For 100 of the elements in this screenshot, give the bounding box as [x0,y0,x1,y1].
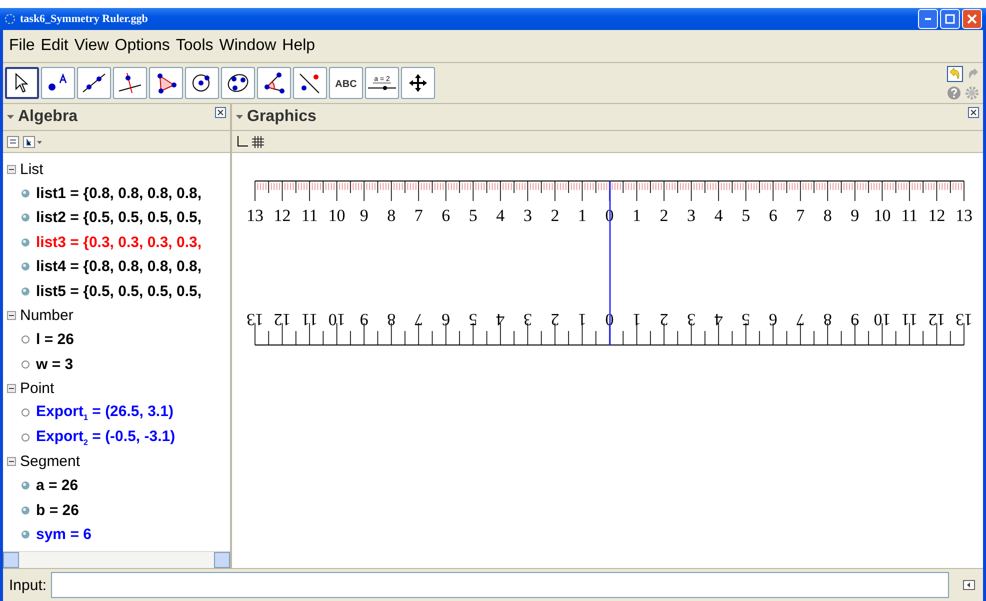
ruler-number: 6 [442,206,450,225]
ruler-number: 5 [468,310,478,329]
ruler-number: 1 [632,206,642,225]
tool-button[interactable] [293,67,327,99]
hidden-dot-icon [21,408,30,418]
ruler-number: 3 [523,206,532,225]
ruler-number: 10 [328,206,346,225]
tool-button[interactable] [77,67,111,99]
algebra-entry[interactable]: sym = 6 [36,526,92,544]
ruler-number: 1 [578,206,586,225]
collapse-arrow-icon[interactable] [236,115,243,119]
app-logo-icon [4,13,16,25]
tool-button[interactable] [185,67,219,99]
menu-item[interactable]: View [72,37,113,55]
ruler-number: 6 [442,310,450,329]
input-label: Input: [9,576,47,594]
tool-button[interactable] [113,67,147,99]
ruler-number: 13 [246,310,264,329]
algebra-entry[interactable]: Export$_{2}$ = (-0.5, -3.1) [36,428,176,447]
minimize-button[interactable] [918,9,938,29]
ruler-number: 3 [523,310,532,329]
ruler-number: 7 [414,206,423,225]
category-label: List [20,160,44,178]
ruler-number: 12 [928,310,946,329]
sort-menu-icon[interactable] [23,136,43,148]
ruler-number: 7 [414,310,423,329]
hidden-dot-icon [21,432,30,442]
category-label: Number [20,307,74,324]
ruler-number: 9 [850,206,860,225]
grid-icon[interactable] [252,136,264,148]
algebra-entry[interactable]: list5 = {0.5, 0.5, 0.5, 0.5, [36,282,202,300]
visible-dot-icon [21,481,30,490]
ruler-number: 10 [874,310,891,329]
menu-item[interactable]: File [7,37,39,55]
menu-item[interactable]: Edit [38,37,72,55]
algebra-entry[interactable]: list1 = {0.8, 0.8, 0.8, 0.8, [36,184,202,202]
tool-button[interactable] [401,67,435,99]
collapse-icon[interactable] [7,457,16,466]
ruler-number: 0 [605,310,614,329]
visible-dot-icon [21,213,30,222]
ruler-number: 8 [387,310,396,329]
collapse-icon[interactable] [7,164,16,174]
algebra-entry[interactable]: list2 = {0.5, 0.5, 0.5, 0.5, [36,209,202,226]
close-panel-icon[interactable] [215,107,226,118]
visible-dot-icon [21,530,30,540]
ruler-number: 10 [874,206,891,225]
maximize-button[interactable] [940,9,960,29]
tool-button[interactable] [41,67,75,99]
help-icon[interactable] [947,86,961,100]
window-title: task6_Symmetry Ruler.ggb [20,13,148,25]
ruler-number: 8 [823,310,832,329]
ruler-number: 4 [496,310,505,329]
menu-item[interactable]: Tools [174,37,218,55]
visible-dot-icon [21,188,30,198]
algebra-entry[interactable]: b = 26 [36,502,79,519]
input-field[interactable] [50,572,949,598]
algebra-entry[interactable]: list4 = {0.8, 0.8, 0.8, 0.8, [36,258,202,276]
algebra-entry[interactable]: w = 3 [36,356,74,373]
hidden-dot-icon [21,360,30,369]
undo-icon[interactable] [947,66,963,82]
ruler-number: 9 [360,206,368,225]
ruler-number: 6 [768,310,778,329]
menu-item[interactable]: Help [280,37,320,55]
tool-button[interactable] [221,67,255,99]
ruler-number: 13 [246,206,264,225]
minimize-icon [925,18,931,20]
ruler-number: 2 [550,310,560,329]
ruler-number: 12 [274,310,291,329]
visible-dot-icon [21,262,30,272]
tool-button[interactable] [149,67,183,99]
tool-button[interactable]: ABC [329,67,363,99]
algebra-entry[interactable]: Export$_{1}$ = (26.5, 3.1) [36,403,174,422]
collapse-icon[interactable] [7,384,16,393]
auxiliary-objects-icon[interactable] [7,136,19,148]
ruler-number: 8 [823,206,832,225]
collapse-icon[interactable] [7,311,16,320]
ruler-number: 5 [742,206,750,225]
collapse-arrow-icon[interactable] [7,115,14,119]
ruler-number: 11 [901,310,918,329]
ruler-number: 2 [660,206,668,225]
menu-item[interactable]: Window [217,37,280,55]
algebra-entry[interactable]: list3 = {0.3, 0.3, 0.3, 0.3, [36,234,202,251]
maximize-icon [945,14,955,24]
tool-button[interactable] [257,67,291,99]
ruler-number: 5 [468,206,478,225]
axes-icon[interactable] [236,136,248,148]
perpendicular-lines-icon [117,72,143,94]
close-panel-icon[interactable] [968,107,979,118]
algebra-entry[interactable]: a = 26 [36,477,78,494]
category-label: Segment [20,453,80,470]
keyboard-toggle-icon[interactable] [963,580,975,590]
menu-item[interactable]: Options [112,37,174,55]
algebra-entry[interactable]: l = 26 [36,331,74,348]
close-button[interactable] [962,9,982,29]
tool-button[interactable] [5,67,39,99]
ruler-number: 5 [742,310,750,329]
move-arrows-icon [408,73,428,93]
panel-title: Graphics [247,108,316,126]
ruler-number: 7 [796,310,805,329]
ruler-number: 4 [496,206,505,225]
